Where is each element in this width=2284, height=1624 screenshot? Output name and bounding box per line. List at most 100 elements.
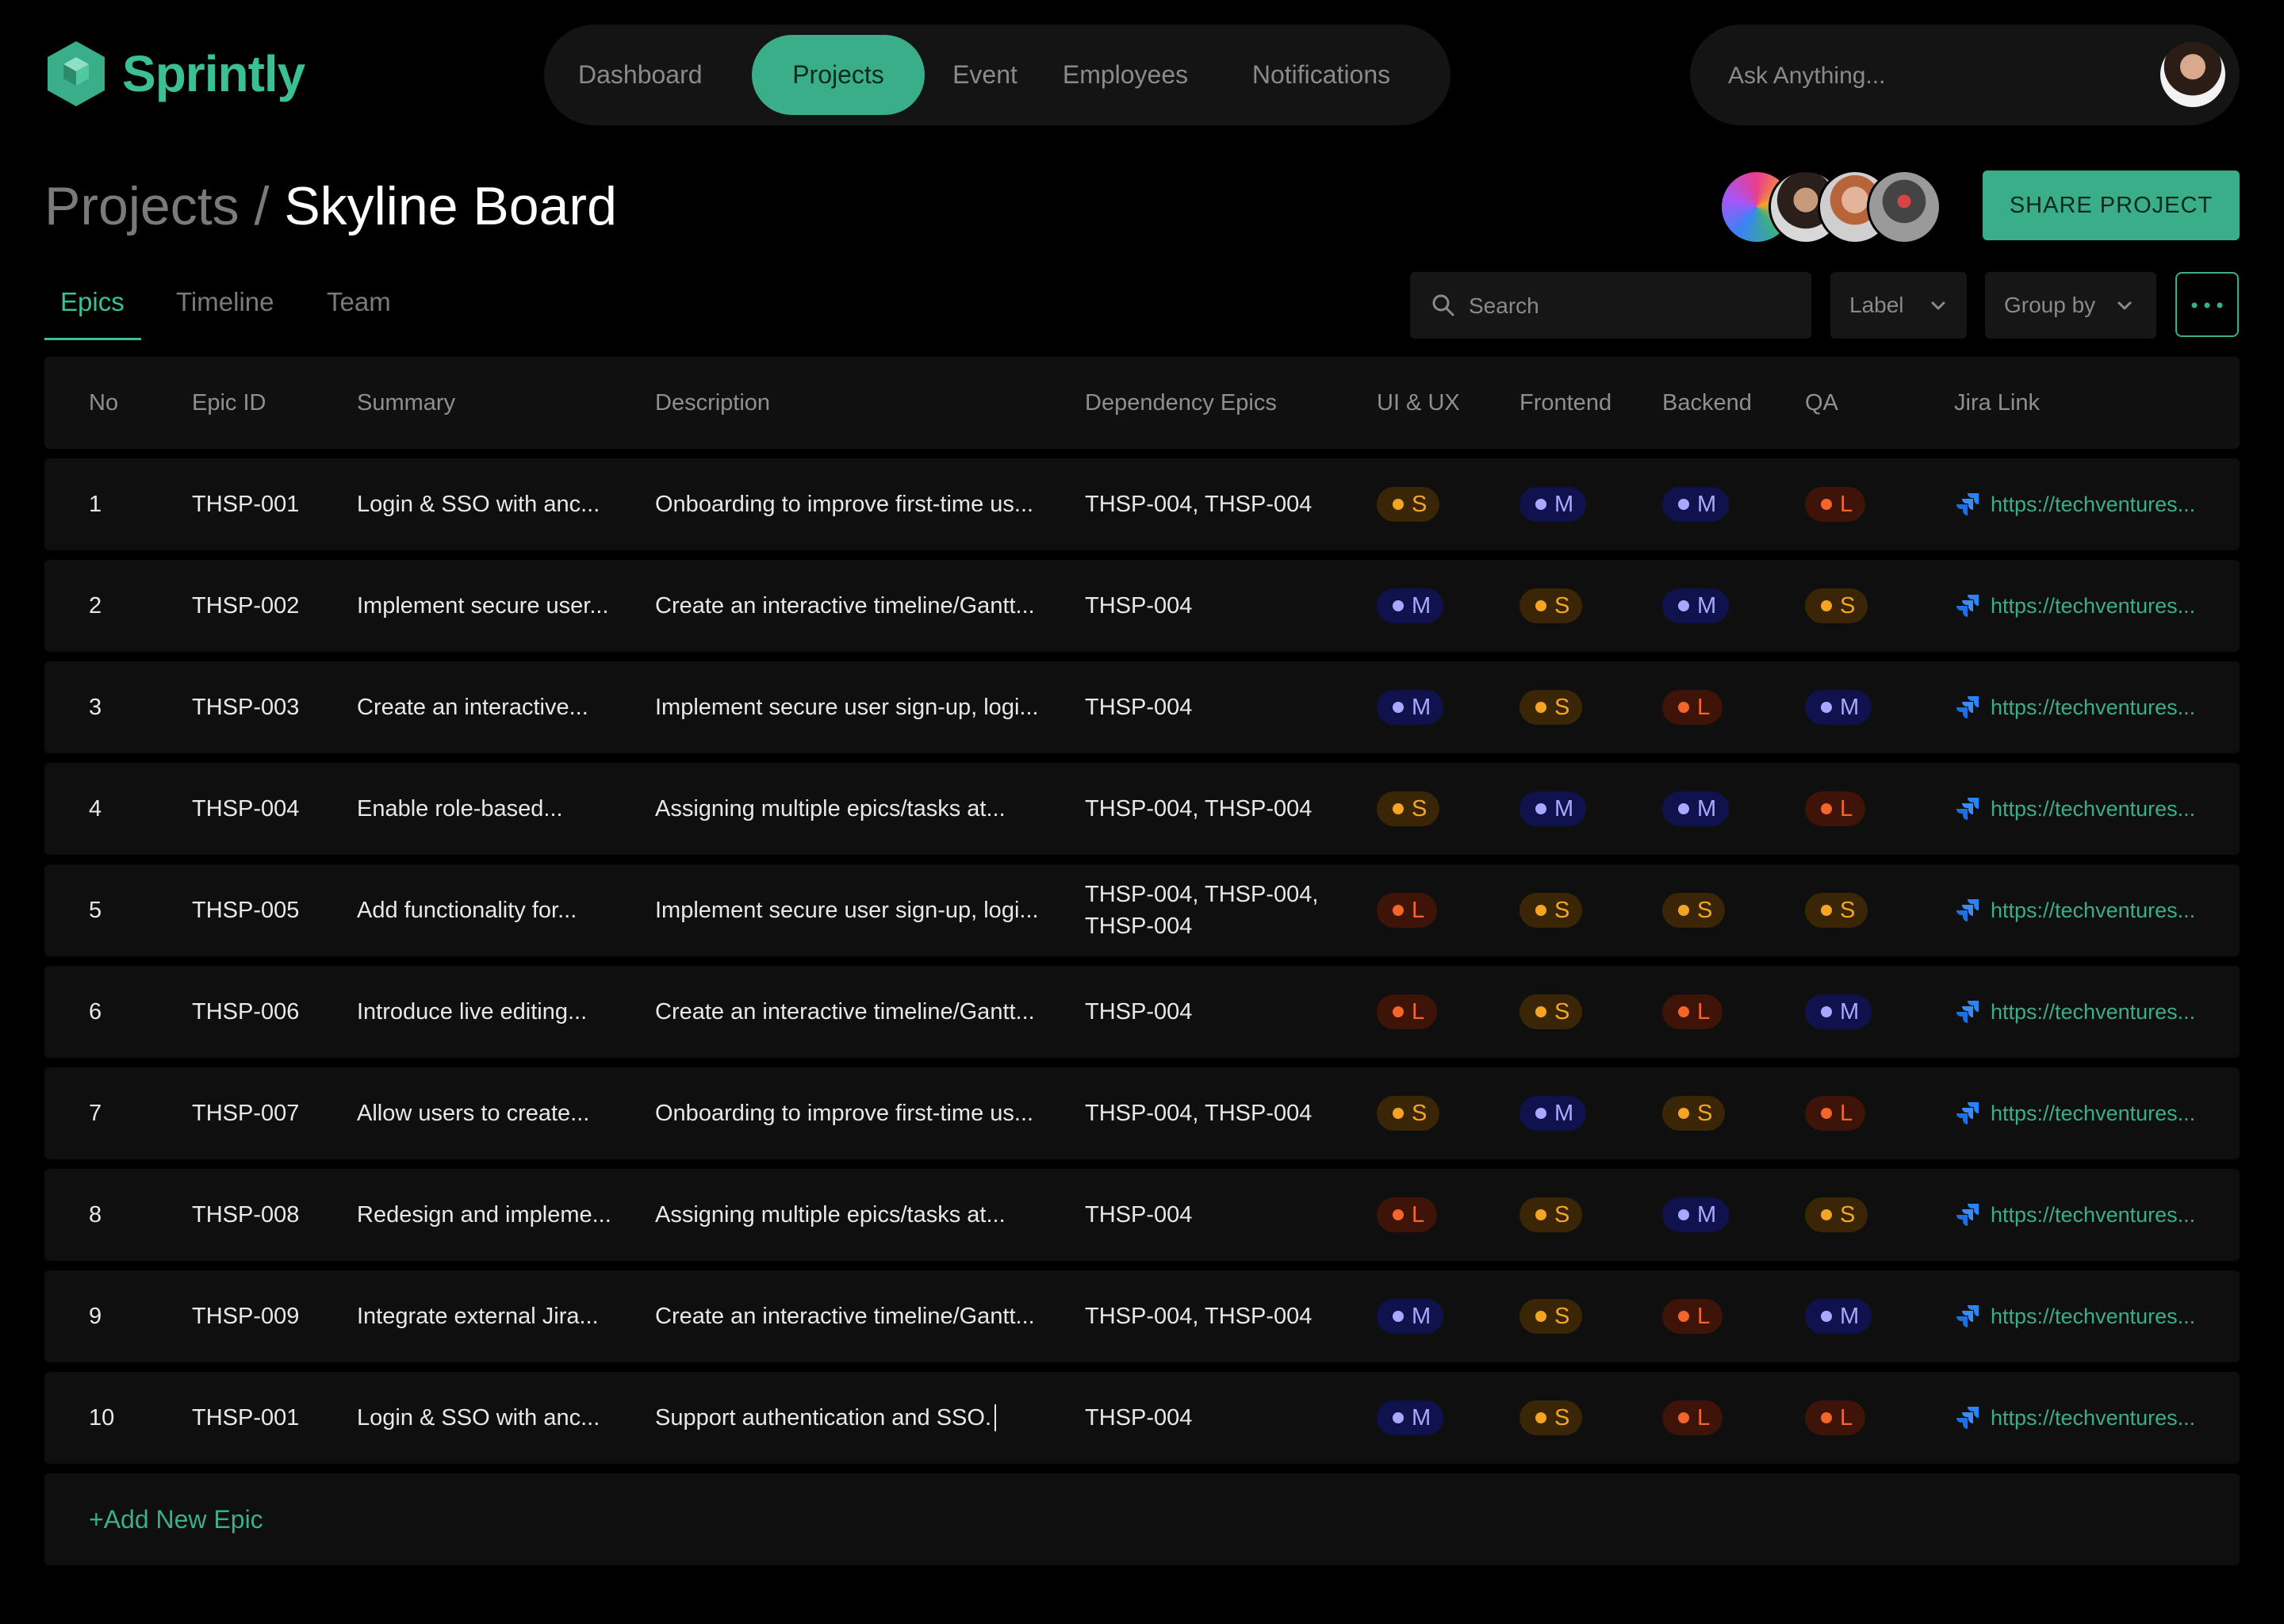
size-badge[interactable]: M (1662, 1197, 1730, 1232)
epic-id-cell: THSP-002 (192, 560, 299, 652)
size-badge[interactable]: S (1519, 690, 1583, 725)
size-badge[interactable]: M (1805, 1299, 1872, 1334)
size-badge[interactable]: S (1519, 588, 1583, 623)
table-row[interactable]: 7 THSP-007 Allow users to create... Onboard… (44, 1067, 2240, 1159)
description-cell: Create an interactive timeline/Gantt... (655, 560, 1035, 652)
dependency-text: THSP-004 (1085, 593, 1193, 619)
size-badge[interactable]: S (1377, 791, 1440, 826)
summary-cell: Add functionality for... (357, 864, 577, 956)
size-badge[interactable]: L (1805, 791, 1866, 826)
table-row[interactable]: 10 THSP-001 Login & SSO with anc... Support… (44, 1372, 2240, 1464)
size-badge[interactable]: M (1662, 791, 1730, 826)
size-badge[interactable]: M (1377, 588, 1444, 623)
size-badge[interactable]: S (1377, 1096, 1440, 1131)
nav-notifications[interactable]: Notifications (1226, 35, 1416, 115)
size-badge[interactable]: L (1662, 1299, 1723, 1334)
cube-logo-icon (48, 41, 105, 106)
column-header: Epic ID (192, 389, 266, 416)
size-badge[interactable]: M (1805, 690, 1872, 725)
description-text: Implement secure user sign-up, logi... (655, 694, 1039, 720)
user-avatar[interactable] (2160, 42, 2225, 107)
team-avatars[interactable] (1719, 170, 1949, 244)
size-badge[interactable]: S (1805, 893, 1868, 928)
nav-employees[interactable]: Employees (1052, 35, 1198, 115)
summary-cell: Login & SSO with anc... (357, 1372, 600, 1464)
size-badge[interactable]: S (1519, 1197, 1583, 1232)
size-label: M (1697, 592, 1717, 619)
uiux-estimate-cell: L (1377, 1169, 1438, 1261)
table-row[interactable]: 4 THSP-004 Enable role-based... Assigning m… (44, 763, 2240, 855)
jira-link[interactable]: https://techventures... (1954, 1201, 2195, 1228)
size-label: S (1697, 1100, 1713, 1126)
nav-event[interactable]: Event (945, 35, 1025, 115)
jira-link[interactable]: https://techventures... (1954, 592, 2195, 619)
ask-anything-input[interactable] (1726, 25, 2142, 127)
size-badge[interactable]: S (1805, 588, 1868, 623)
search-input[interactable] (1467, 272, 1788, 340)
uiux-estimate-cell: S (1377, 458, 1440, 550)
size-badge[interactable]: S (1519, 1299, 1583, 1334)
tab-epics[interactable]: Epics (44, 273, 141, 340)
size-badge[interactable]: L (1662, 1400, 1723, 1435)
size-badge[interactable]: L (1662, 690, 1723, 725)
table-row[interactable]: 1 THSP-001 Login & SSO with anc... Onboardi… (44, 458, 2240, 550)
more-options-button[interactable] (2175, 272, 2239, 337)
breadcrumb-parent[interactable]: Projects (44, 176, 240, 236)
table-row[interactable]: 6 THSP-006 Introduce live editing... Create… (44, 966, 2240, 1058)
dependency-cell: THSP-004 (1085, 1372, 1347, 1464)
size-badge[interactable]: M (1377, 1299, 1444, 1334)
table-row[interactable]: 8 THSP-008 Redesign and impleme... Assignin… (44, 1169, 2240, 1261)
nav-dashboard[interactable]: Dashboard (578, 35, 703, 115)
table-row[interactable]: 5 THSP-005 Add functionality for... Impleme… (44, 864, 2240, 956)
table-row[interactable]: 3 THSP-003 Create an interactive... Impleme… (44, 661, 2240, 753)
size-badge[interactable]: L (1805, 1096, 1866, 1131)
description-text[interactable]: Support authentication and SSO. (655, 1405, 991, 1431)
no-cell: 8 (89, 1169, 102, 1261)
size-badge[interactable]: M (1519, 487, 1587, 522)
size-badge[interactable]: L (1805, 1400, 1866, 1435)
size-label: M (1840, 694, 1860, 720)
size-badge[interactable]: M (1662, 588, 1730, 623)
jira-link[interactable]: https://techventures... (1954, 897, 2195, 924)
size-dot (1821, 905, 1832, 916)
size-badge[interactable]: S (1519, 994, 1583, 1029)
jira-link[interactable]: https://techventures... (1954, 491, 2195, 518)
size-badge[interactable]: M (1519, 1096, 1587, 1131)
size-badge[interactable]: L (1377, 893, 1438, 928)
description-cell: Assigning multiple epics/tasks at... (655, 763, 1006, 855)
size-badge[interactable]: S (1519, 1400, 1583, 1435)
size-badge[interactable]: M (1377, 690, 1444, 725)
table-row[interactable]: 9 THSP-009 Integrate external Jira... Creat… (44, 1270, 2240, 1362)
size-badge[interactable]: L (1805, 487, 1866, 522)
share-project-button[interactable]: SHARE PROJECT (1983, 170, 2240, 240)
jira-link[interactable]: https://techventures... (1954, 1303, 2195, 1330)
size-badge[interactable]: S (1377, 487, 1440, 522)
size-badge[interactable]: M (1519, 791, 1587, 826)
size-badge[interactable]: S (1805, 1197, 1868, 1232)
jira-link[interactable]: https://techventures... (1954, 1100, 2195, 1127)
table-row[interactable]: 2 THSP-002 Implement secure user... Create … (44, 560, 2240, 652)
size-badge[interactable]: S (1662, 893, 1726, 928)
nav-projects[interactable]: Projects (752, 35, 925, 115)
add-new-epic-button[interactable]: +Add New Epic (89, 1473, 263, 1565)
size-badge[interactable]: M (1662, 487, 1730, 522)
size-badge[interactable]: S (1662, 1096, 1726, 1131)
size-badge[interactable]: L (1377, 994, 1438, 1029)
jira-link[interactable]: https://techventures... (1954, 795, 2195, 822)
jira-link-text: https://techventures... (1991, 593, 2196, 618)
size-badge[interactable]: M (1805, 994, 1872, 1029)
app-logo[interactable]: Sprintly (44, 40, 305, 108)
size-badge[interactable]: L (1377, 1197, 1438, 1232)
column-header: UI & UX (1377, 389, 1460, 416)
backend-estimate-cell: M (1662, 763, 1730, 855)
size-badge[interactable]: S (1519, 893, 1583, 928)
dependency-cell: THSP-004 (1085, 966, 1347, 1058)
jira-link[interactable]: https://techventures... (1954, 1404, 2195, 1431)
jira-link[interactable]: https://techventures... (1954, 998, 2195, 1025)
jira-link[interactable]: https://techventures... (1954, 694, 2195, 721)
size-badge[interactable]: M (1377, 1400, 1444, 1435)
size-badge[interactable]: L (1662, 994, 1723, 1029)
group-by-dropdown[interactable]: Group by (1985, 272, 2156, 339)
label-dropdown[interactable]: Label (1830, 272, 1967, 339)
dependency-cell: THSP-004 (1085, 661, 1347, 753)
